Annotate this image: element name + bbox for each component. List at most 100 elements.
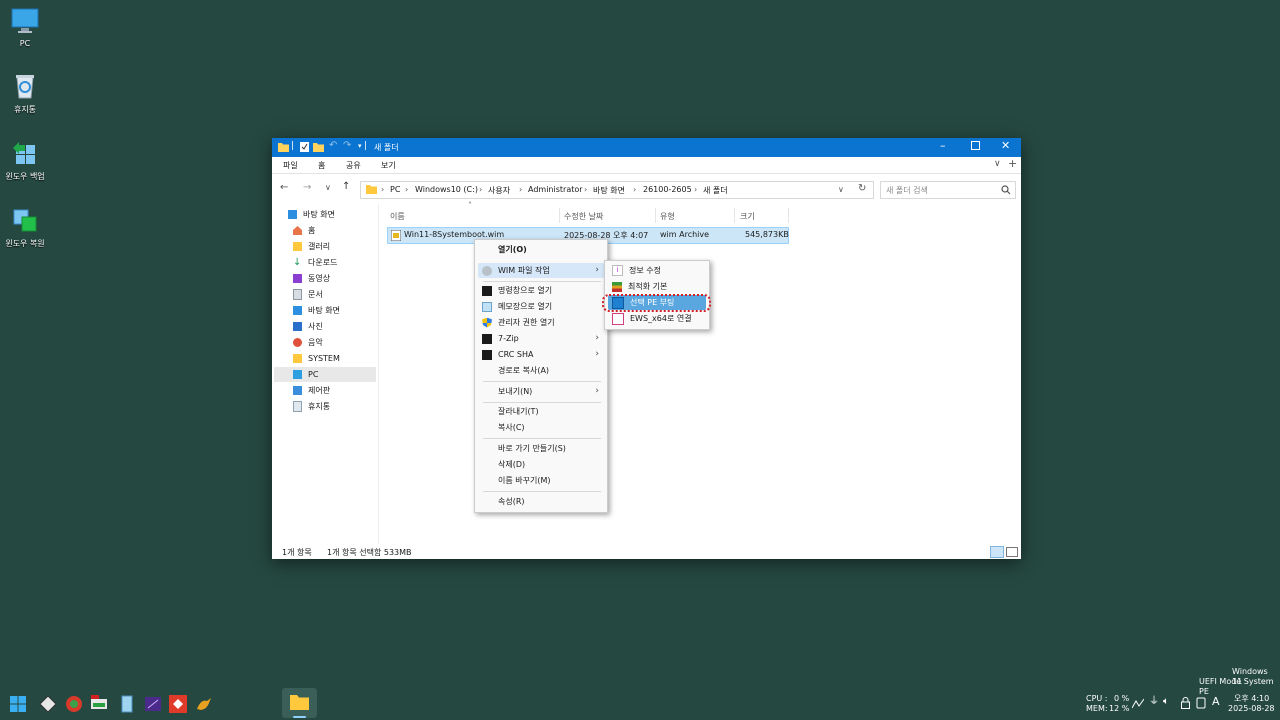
nav-item-downloads[interactable]: ↓ 다운로드 [293,255,381,270]
column-divider[interactable] [788,208,789,223]
nav-item-system[interactable]: SYSTEM [293,351,381,366]
nav-item-recycle-bin[interactable]: 휴지통 [293,399,381,414]
disk-tool-icon[interactable] [65,695,83,713]
breadcrumb-item[interactable]: PC [390,185,400,194]
menu-item-create-shortcut[interactable]: 바로 가기 만들기(S) [478,441,604,456]
notebook-icon[interactable] [118,695,136,713]
nav-item-control-panel[interactable]: 제어판 [293,383,381,398]
breadcrumb-item[interactable]: Windows10 (C:) [415,185,478,194]
menu-item-open[interactable]: 열기(O) [478,242,604,257]
tab-view[interactable]: 보기 [381,160,396,171]
nav-item-gallery[interactable]: 갤러리 [293,239,381,254]
breadcrumb-item[interactable]: Administrator [528,185,583,194]
menu-item-open-as-admin[interactable]: 관리자 권한 열기 [478,315,604,330]
address-bar[interactable]: › PC › Windows10 (C:) › 사용자 › Administra… [360,181,874,199]
menu-item-properties[interactable]: 속성(R) [478,494,604,509]
tab-file[interactable]: 파일 [283,160,298,171]
volume-icon[interactable]: 🔈︎ [1163,697,1169,707]
taskbar: Windows 11 UEFI Mode System PE CPU : 0 %… [0,667,1280,720]
clock-date[interactable]: 2025-08-28 [1228,704,1275,714]
menu-item-copy[interactable]: 복사(C) [478,420,604,435]
nav-item-desktop-2[interactable]: 바탕 화면 [293,303,381,318]
menu-item-open-notepad[interactable]: 메모장으로 열기 [478,299,604,314]
properties-icon[interactable] [300,142,309,152]
network-tool-icon[interactable] [90,695,108,713]
tab-share[interactable]: 공유 [346,160,361,171]
desktop-icon-label: 휴지통 [13,105,37,114]
breadcrumb-item[interactable]: 바탕 화면 [593,185,625,196]
tool-diamond-icon[interactable] [39,695,57,713]
ribbon-expand-icon[interactable]: ∨ [994,159,1001,169]
anydesk-icon[interactable] [169,695,187,713]
column-divider[interactable] [734,208,735,223]
up-arrow-icon[interactable]: ↑ [342,181,350,192]
nav-item-documents[interactable]: 문서 [293,287,381,302]
breadcrumb-item[interactable]: 26100-2605 [643,185,692,194]
desktop-icon-pc[interactable]: PC [0,8,50,48]
nav-item-videos[interactable]: 동영상 [293,271,381,286]
taskbar-explorer-button[interactable] [282,688,317,718]
desktop-icon-windows-backup[interactable]: 윈도우 백업 [0,140,50,182]
new-folder-icon[interactable] [313,142,324,152]
search-input[interactable]: 새 폴더 검색 [880,181,1016,199]
title-bar[interactable]: | ↶ ↷ ▾ | 새 폴더 – ✕ [272,138,1021,157]
details-view-button[interactable] [990,546,1004,558]
backup-icon [13,142,35,164]
submenu-item-optimize[interactable]: 최적화 기본 [608,279,706,294]
menu-item-crc-sha[interactable]: CRC SHA › [478,347,604,362]
ime-indicator[interactable]: A [1212,696,1220,707]
nav-item-home[interactable]: 홈 [293,223,381,238]
desktop-icon-recycle-bin[interactable]: 휴지통 [0,73,50,115]
menu-item-delete[interactable]: 삭제(D) [478,457,604,472]
redo-icon[interactable]: ↷ [343,140,351,151]
nav-item-pictures[interactable]: 사진 [293,319,381,334]
performance-graph-icon[interactable] [1132,698,1144,710]
maximize-button[interactable] [971,141,980,150]
media-icon[interactable] [144,695,162,713]
tab-home[interactable]: 홈 [318,160,325,171]
gallery-icon [293,242,302,251]
nav-item-music[interactable]: 음악 [293,335,381,350]
column-header-modified[interactable]: 수정한 날짜 [564,211,603,222]
usb-eject-icon[interactable] [1196,697,1206,709]
address-dropdown-icon[interactable]: ∨ [838,185,844,194]
qat-dropdown-icon[interactable]: ▾ [358,142,362,150]
menu-item-rename[interactable]: 이름 바꾸기(M) [478,473,604,488]
desktop-icon-windows-restore[interactable]: 윈도우 복원 [0,207,50,249]
menu-item-label: 잘라내기(T) [498,407,539,416]
column-divider[interactable] [559,208,560,223]
column-header-size[interactable]: 크기 [740,211,755,222]
menu-item-wim-file-tasks[interactable]: WIM 파일 작업 › [478,263,604,278]
column-divider[interactable] [655,208,656,223]
recent-locations-icon[interactable]: ∨ [325,183,331,192]
folder-icon [278,143,289,152]
submenu-item-edit-info[interactable]: i 정보 수정 [608,263,706,278]
kangaroo-icon[interactable] [195,695,213,713]
nav-item-pc[interactable]: PC [274,367,376,382]
minimize-button[interactable]: – [940,139,946,152]
column-header-type[interactable]: 유형 [660,211,675,222]
start-button-windows-icon[interactable] [9,695,27,713]
clock-time[interactable]: 오후 4:10 [1234,694,1269,704]
breadcrumb-item[interactable]: 사용자 [488,185,510,196]
large-icons-view-button[interactable] [1006,547,1018,557]
menu-item-open-cmd[interactable]: 명령창으로 열기 [478,283,604,298]
search-icon[interactable] [1001,185,1011,195]
back-arrow-icon[interactable]: ← [280,182,288,193]
lock-icon[interactable] [1181,697,1190,709]
breadcrumb-item[interactable]: 새 폴더 [703,185,728,196]
submenu-item-connect-ews[interactable]: EWS_x64로 연결 [608,311,706,326]
network-icon[interactable]: ⏚ [1149,697,1159,707]
undo-icon[interactable]: ↶ [329,140,337,151]
menu-item-copy-as-path[interactable]: 경로로 복사(A) [478,363,604,378]
forward-arrow-icon[interactable]: → [303,182,311,193]
refresh-icon[interactable]: ↻ [858,183,866,194]
menu-item-cut[interactable]: 잘라내기(T) [478,404,604,419]
menu-item-7zip[interactable]: 7-Zip › [478,331,604,346]
add-icon[interactable]: + [1008,157,1017,170]
column-header-name[interactable]: 이름 [390,211,405,222]
nav-item-desktop[interactable]: 바탕 화면 [288,207,376,222]
menu-item-send-to[interactable]: 보내기(N) › [478,384,604,399]
close-button[interactable]: ✕ [1001,139,1010,152]
blank-icon [482,476,492,486]
